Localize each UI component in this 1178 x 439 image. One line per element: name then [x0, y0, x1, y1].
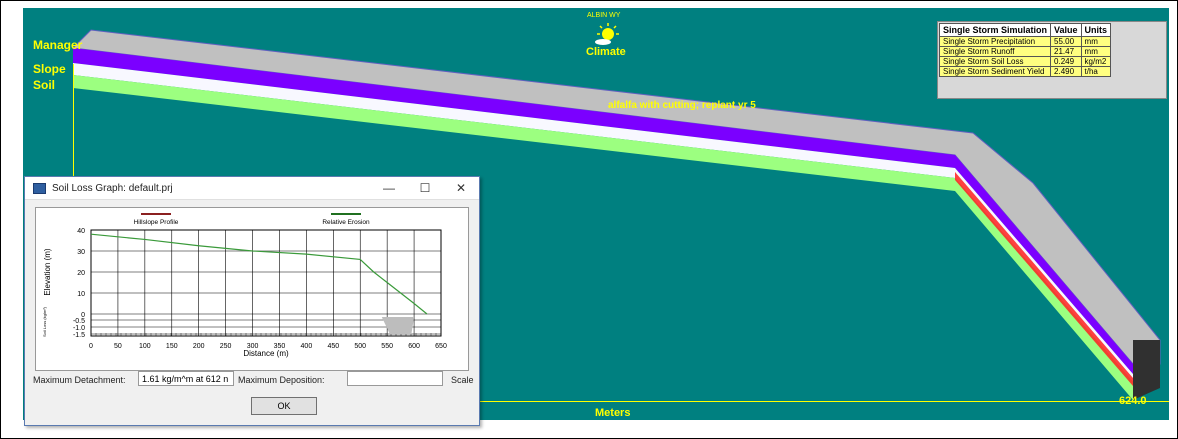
sim-cell: Single Storm Soil Loss: [938, 56, 1052, 67]
loss-tick-label: -1.5: [73, 332, 85, 339]
sim-row: Single Storm Soil Loss 0.249 kg/m2: [938, 56, 1112, 67]
sim-header-1: Value: [1050, 23, 1082, 37]
sim-row: Single Storm Runoff 21.47 mm: [938, 46, 1112, 57]
hillslope-end-face: [1133, 340, 1160, 400]
x-tick-label: 400: [301, 343, 313, 350]
left-axis-line: [73, 64, 74, 194]
sim-header-0: Single Storm Simulation: [938, 23, 1052, 37]
x-tick-label: 100: [139, 343, 151, 350]
y-tick-label: 30: [77, 249, 85, 256]
climate-station-name: ALBIN WY: [587, 12, 621, 19]
soil-label[interactable]: Soil: [33, 78, 55, 92]
meters-axis-label: Meters: [595, 407, 631, 419]
climate-label[interactable]: Climate: [586, 46, 626, 58]
sim-cell: mm: [1080, 36, 1112, 47]
sim-cell: Single Storm Runoff: [938, 46, 1052, 57]
app-frame: Manager Slope Soil ALBIN WY Climate alfa…: [0, 0, 1178, 439]
sim-row: Single Storm Sediment Yield 2.490 t/ha: [938, 66, 1112, 77]
sim-cell: 2.490: [1050, 66, 1082, 77]
soil-loss-graph-dialog[interactable]: Soil Loss Graph: default.prj — ☐ ✕ 0 50 10…: [24, 176, 480, 426]
sim-cell: mm: [1080, 46, 1112, 57]
max-detachment-field[interactable]: [138, 371, 234, 386]
management-label[interactable]: Manager: [33, 38, 82, 52]
dialog-title: Soil Loss Graph: default.prj: [52, 182, 173, 194]
maximize-button[interactable]: ☐: [407, 181, 443, 195]
x-tick-label: 650: [435, 343, 447, 350]
y-tick-label: 40: [77, 228, 85, 235]
sim-cell: Single Storm Sediment Yield: [938, 66, 1052, 77]
sim-cell: Single Storm Precipitation: [938, 36, 1052, 47]
max-deposition-field[interactable]: [347, 371, 443, 386]
max-deposition-label: Maximum Deposition:: [238, 375, 325, 385]
x-tick-label: 450: [327, 343, 339, 350]
x-tick-label: 200: [193, 343, 205, 350]
slope-length-value: 624.0: [1119, 395, 1147, 407]
x-tick-label: 50: [114, 343, 122, 350]
loss-tick-label: -0.5: [73, 318, 85, 325]
storm-simulation-table: Single Storm Simulation Value Units Single…: [938, 23, 1112, 77]
storm-simulation-panel: Single Storm Simulation Value Units Single…: [937, 21, 1167, 99]
x-tick-label: 550: [381, 343, 393, 350]
x-tick-label: 250: [220, 343, 232, 350]
scale-label[interactable]: Scale: [451, 375, 474, 385]
x-tick-label: 0: [89, 343, 93, 350]
sim-header-2: Units: [1080, 23, 1112, 37]
loss-tick-label: -1.0: [73, 325, 85, 332]
x-tick-label: 600: [408, 343, 420, 350]
ok-button[interactable]: OK: [251, 397, 317, 415]
y-tick-label: 10: [77, 291, 85, 298]
erosion-bar: [381, 317, 415, 334]
loss-axis-label: Soil Loss (kg/m²): [42, 306, 47, 337]
sim-cell: kg/m2: [1080, 56, 1112, 67]
close-button[interactable]: ✕: [443, 181, 479, 195]
legend-label-erosion: Relative Erosion: [322, 219, 370, 226]
dialog-titlebar[interactable]: Soil Loss Graph: default.prj — ☐ ✕: [25, 177, 479, 200]
sun-cloud-icon[interactable]: [593, 22, 623, 46]
x-axis-label: Distance (m): [243, 349, 289, 358]
app-window-icon: [33, 182, 46, 194]
sim-cell: 0.249: [1050, 56, 1082, 67]
crop-label: alfalfa with cutting; replant yr 5: [608, 100, 756, 111]
max-detachment-label: Maximum Detachment:: [33, 375, 126, 385]
x-tick-label: 150: [166, 343, 178, 350]
minimize-button[interactable]: —: [371, 181, 407, 195]
legend-label-profile: Hillslope Profile: [134, 219, 179, 226]
soil-loss-chart-svg: 0 50 100 150 200 250 300 350 400 450 500 550 600 6504…: [42, 213, 447, 358]
x-tick-label: 500: [354, 343, 366, 350]
sim-cell: 55.00: [1050, 36, 1082, 47]
sim-cell: t/ha: [1080, 66, 1112, 77]
sim-row: Single Storm Precipitation 55.00 mm: [938, 36, 1112, 47]
y-tick-label: 20: [77, 270, 85, 277]
hillslope-profile-line: [90, 233, 428, 315]
sim-cell: 21.47: [1050, 46, 1082, 57]
soil-loss-chart: 0 50 100 150 200 250 300 350 400 450 500 550 600 650 4…: [35, 207, 469, 371]
y-axis-label: Elevation (m): [43, 248, 52, 295]
slope-label[interactable]: Slope: [33, 62, 66, 76]
